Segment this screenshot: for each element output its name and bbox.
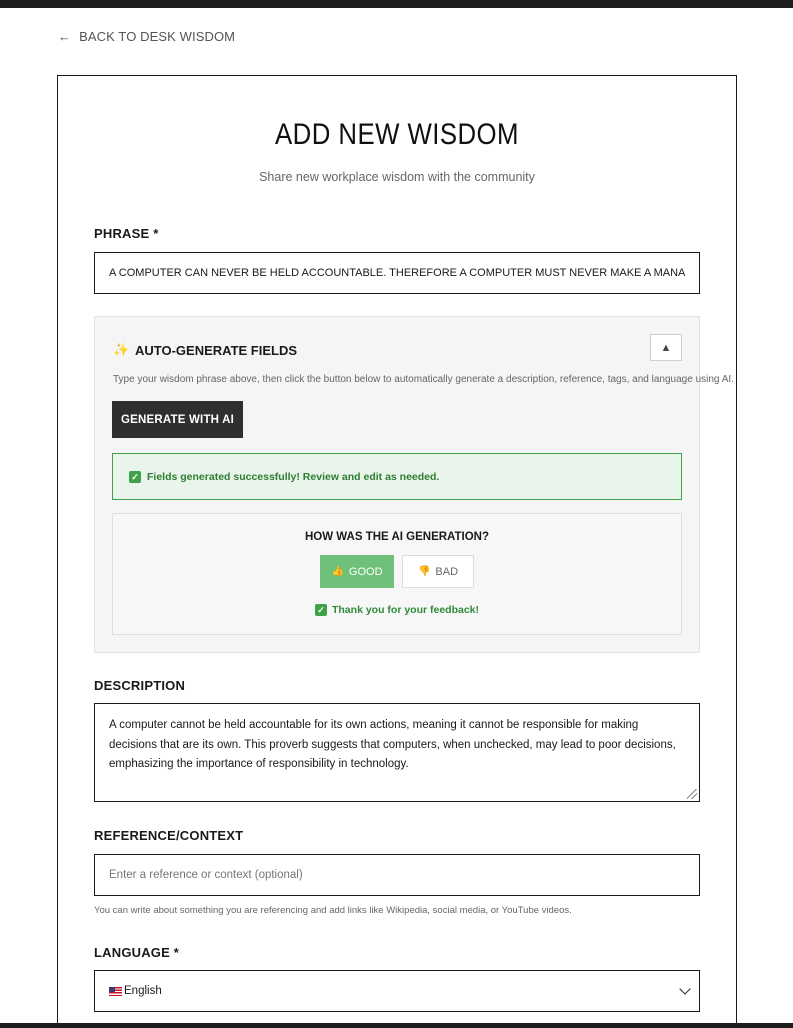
collapse-button[interactable]: ▲	[650, 334, 682, 361]
resize-handle-icon[interactable]	[687, 789, 697, 799]
page-subtitle: Share new workplace wisdom with the comm…	[259, 170, 535, 184]
thumbs-down-icon: 👎	[417, 566, 431, 577]
page-title: ADD NEW WISDOM	[275, 118, 519, 151]
thumbs-up-icon: 👍	[331, 566, 344, 577]
language-label: LANGUAGE *	[94, 945, 180, 960]
bottom-bar	[0, 1023, 793, 1028]
description-label: DESCRIPTION	[94, 678, 186, 693]
phrase-label: PHRASE *	[94, 226, 159, 241]
good-feedback-button[interactable]: 👍 GOOD	[320, 555, 394, 588]
chevron-down-icon	[679, 983, 691, 995]
back-link-label: Back to Desk Wisdom	[79, 29, 236, 44]
success-message: Fields generated successfully! Review an…	[147, 470, 440, 483]
language-select[interactable]: English	[94, 970, 700, 1012]
auto-generate-header: ✨ AUTO-GENERATE FIELDS	[113, 342, 297, 358]
sparkle-icon: ✨	[113, 342, 130, 357]
check-icon: ✓	[129, 470, 141, 483]
us-flag-icon	[109, 986, 122, 996]
auto-generate-help: Type your wisdom phrase above, then clic…	[113, 374, 734, 385]
thanks-message: Thank you for your feedback!	[331, 604, 480, 616]
check-icon: ✓	[314, 604, 327, 616]
feedback-question: HOW WAS THE AI GENERATION?	[305, 531, 489, 543]
generate-with-ai-button[interactable]: GENERATE WITH AI	[112, 401, 243, 438]
description-value: A computer cannot be held accountable fo…	[109, 719, 676, 770]
chevron-up-icon: ▲	[660, 341, 672, 354]
auto-generate-panel: ✨ AUTO-GENERATE FIELDS ▲ Type your wisdo…	[94, 316, 734, 653]
feedback-panel: HOW WAS THE AI GENERATION? 👍 GOOD 👎 BAD …	[112, 513, 682, 635]
auto-generate-title: AUTO-GENERATE FIELDS	[135, 342, 298, 358]
add-wisdom-form: ADD NEW WISDOM Share new workplace wisdo…	[57, 75, 737, 1028]
reference-helper: You can write about something you are re…	[94, 905, 572, 916]
arrow-left-icon: ←	[58, 29, 72, 44]
top-bar	[0, 0, 793, 8]
phrase-input[interactable]	[94, 252, 700, 294]
success-alert: ✓ Fields generated successfully! Review …	[112, 453, 682, 500]
bad-feedback-button[interactable]: 👎 BAD	[402, 555, 474, 588]
good-label: GOOD	[348, 565, 383, 578]
language-value: English	[124, 985, 162, 997]
feedback-thanks: ✓ Thank you for your feedback!	[113, 604, 681, 616]
reference-input[interactable]	[94, 854, 700, 896]
description-textarea[interactable]: A computer cannot be held accountable fo…	[94, 703, 700, 802]
bad-label: BAD	[435, 565, 459, 578]
back-link[interactable]: ← Back to Desk Wisdom	[58, 29, 235, 44]
reference-label: REFERENCE/CONTEXT	[94, 828, 244, 843]
